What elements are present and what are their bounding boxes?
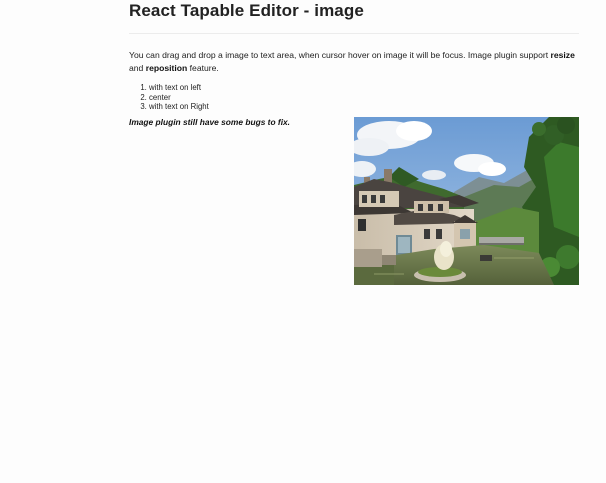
intro-text-part2: and: [129, 63, 146, 73]
bug-note: Image plugin still have some bugs to fix…: [129, 116, 291, 127]
title-divider: [129, 33, 579, 34]
embedded-photo[interactable]: [354, 116, 579, 285]
list-item: with text on Right: [149, 102, 579, 112]
alignment-list: with text on left center with text on Ri…: [129, 83, 579, 112]
intro-text-part1: You can drag and drop a image to text ar…: [129, 50, 551, 60]
editor-content-area[interactable]: You can drag and drop a image to text ar…: [129, 49, 579, 286]
intro-bold-resize: resize: [550, 50, 575, 60]
page-title: React Tapable Editor - image: [129, 1, 364, 20]
list-item: center: [149, 93, 579, 103]
intro-paragraph: You can drag and drop a image to text ar…: [129, 49, 579, 75]
intro-text-part3: feature.: [187, 63, 219, 73]
image-row: Image plugin still have some bugs to fix…: [129, 116, 579, 286]
intro-bold-reposition: reposition: [145, 63, 188, 73]
editor-page: React Tapable Editor - image You can dra…: [129, 0, 579, 286]
list-item: with text on left: [149, 83, 579, 93]
